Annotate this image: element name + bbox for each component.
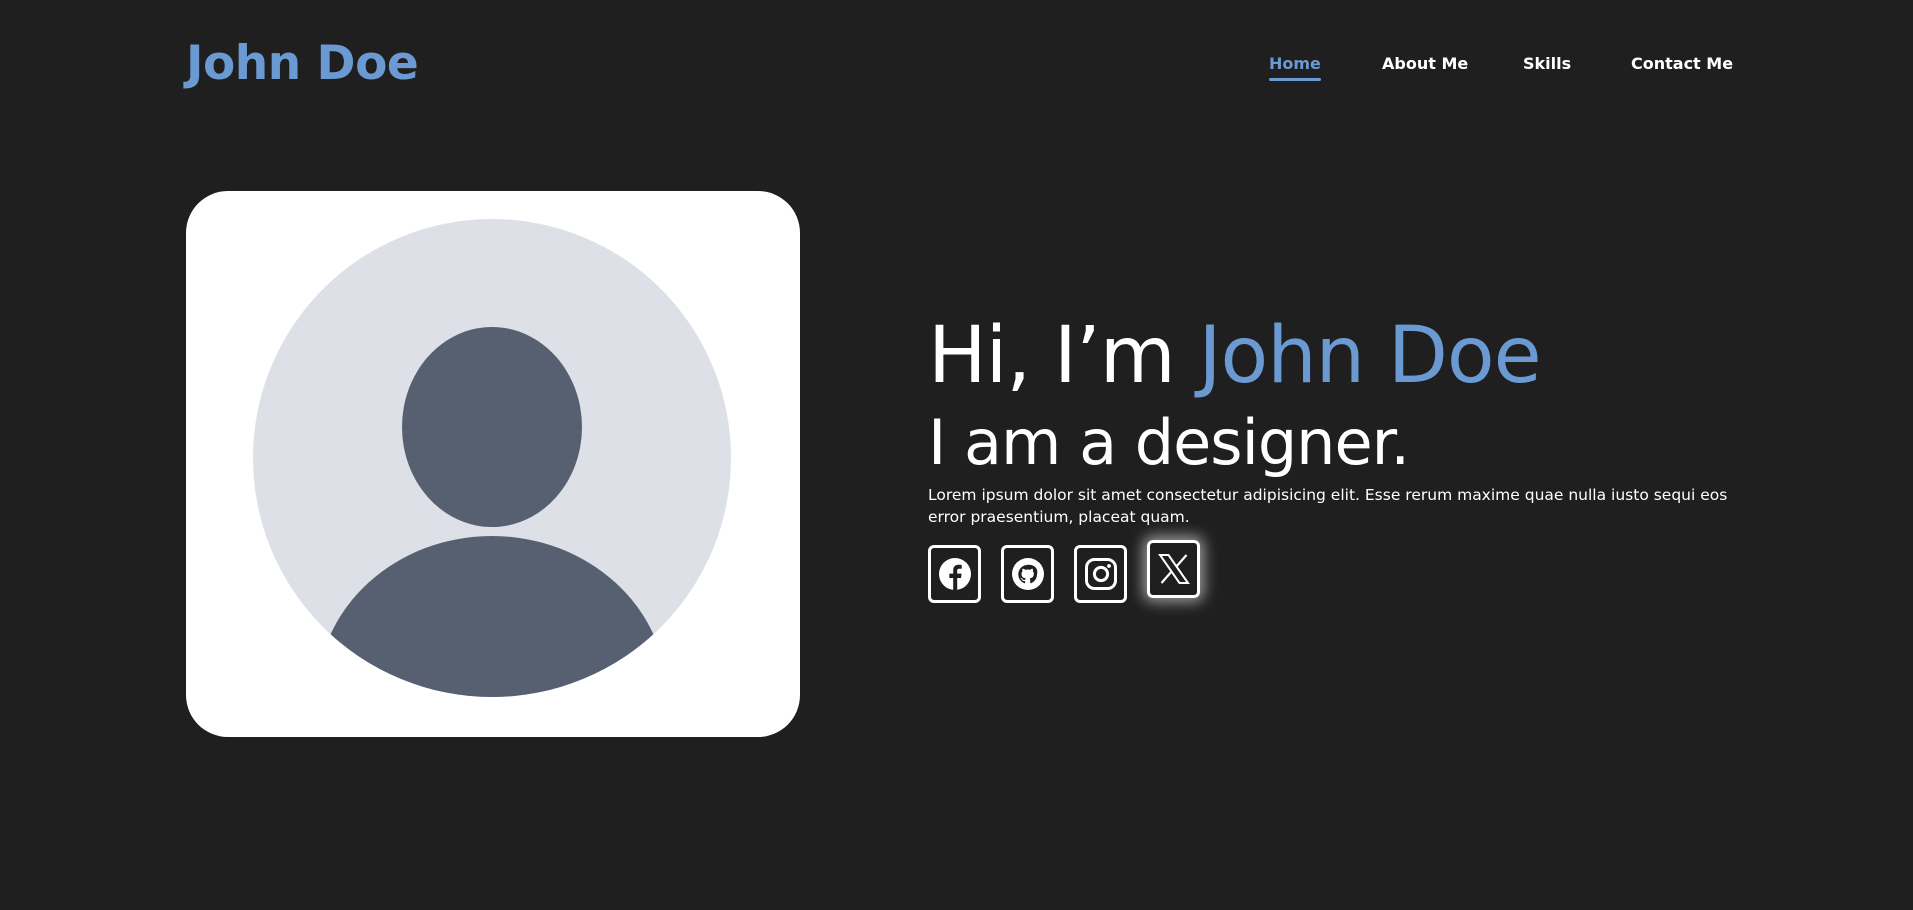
x-twitter-button[interactable]: [1147, 540, 1200, 598]
nav-about-link[interactable]: About Me: [1382, 53, 1468, 75]
hero-description: Lorem ipsum dolor sit amet consectetur a…: [928, 486, 1728, 526]
nav-contact-link[interactable]: Contact Me: [1631, 53, 1733, 75]
avatar-head: [402, 327, 582, 527]
user-avatar-icon: [253, 219, 731, 697]
nav-home-link[interactable]: Home: [1269, 53, 1321, 81]
x-twitter-icon: [1157, 554, 1190, 584]
github-button[interactable]: [1001, 545, 1054, 603]
hero-name: John Doe: [1198, 311, 1541, 401]
hero-greeting: Hi, I’m John Doe: [928, 308, 1542, 404]
hero-role: I am a designer.: [928, 406, 1410, 479]
instagram-icon: [1084, 558, 1117, 590]
hero-greeting-text: Hi, I’m: [928, 311, 1199, 401]
github-icon: [1011, 558, 1044, 590]
nav-skills-link[interactable]: Skills: [1523, 53, 1571, 75]
facebook-icon: [938, 558, 971, 590]
profile-card: [186, 191, 800, 737]
site-logo[interactable]: John Doe: [186, 34, 419, 94]
instagram-button[interactable]: [1074, 545, 1127, 603]
facebook-button[interactable]: [928, 545, 981, 603]
page: John Doe Home About Me Skills Contact Me…: [0, 0, 1913, 910]
